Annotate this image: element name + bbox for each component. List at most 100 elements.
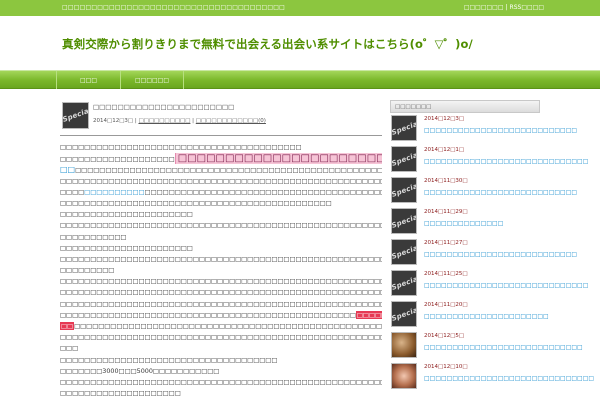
post-body-line: □□□□□□□□□□□ [60, 232, 382, 243]
recent-post-title-link[interactable]: □□□□□□□□□□□□□□□□□□□□□□□□□□□ [424, 189, 577, 196]
post-date: 2014□12□3□ [93, 118, 134, 124]
recent-post-thumbnail[interactable]: Special [391, 208, 417, 234]
thumbnail-label: Special [391, 243, 417, 261]
post-body-text: □□□□□□□□□□□□□□□□□□□□□□□□□□□□□□□□□□□□□□□□… [74, 322, 382, 330]
post-body-line: □□□□□□□□□□□□□□□□□□□□□□□□□□□□□□□□□□□□□□□□… [60, 176, 382, 187]
recent-post-thumbnail[interactable] [391, 363, 417, 389]
recent-post-thumbnail[interactable] [391, 332, 417, 358]
recent-post-title-link[interactable]: □□□□□□□□□□□□□□□□□□□□□□□□□□□ [424, 127, 577, 134]
content-area: Special □□□□□□□□□□□□□□□□□□□□□□□ 2014□12□… [50, 92, 594, 400]
post-body-line: □□□□□□□□□□□□□□□□□□□□□□□□□□□□□□□□□□□□□□□□… [60, 299, 382, 310]
recent-post-item: 2014□12□5□ □□□□□□□□□□□□□□□□□□□□□□□□□□□□ [390, 330, 583, 361]
post-body-text: □□□□□□□□□□□□□□□□□□□□□□□□□□□□□□□□□□□□□□□□… [60, 333, 382, 342]
post-body-text: □□□□□□□3000□□□5000□□□□□□□□□□□ [60, 366, 220, 375]
post-body-text: □□□ [60, 344, 79, 353]
post-body-text: □□□□□□□□□□□□□□□□□□□□□□□□□□□□□□□□□□□□□□□□… [60, 254, 382, 263]
thumbnail-label: Special [391, 181, 417, 199]
top-link-rss[interactable]: RSS□□□□ [510, 4, 544, 11]
post-body-line: □□□□□□□□□□□□□□□□□□□□□□□□□□□□□□□□□□□□□□□□… [60, 310, 382, 321]
thumbnail-label: Special [391, 150, 417, 168]
post-body-line: □□□□□□□□□□□□□□□□□□□□□□□□□□□□□□□□□□□□ [60, 355, 382, 366]
recent-post-title-link[interactable]: □□□□□□□□□□□□□□□□□□□□□□□□□□□□□□ [424, 375, 594, 382]
post-header: Special □□□□□□□□□□□□□□□□□□□□□□□ 2014□12□… [60, 100, 382, 136]
post-body-line: □□□□□□□□□□□□□□□□□□□□□□□□□□□□□□□□□□□□□□□□ [60, 142, 382, 153]
site-tagline: □□□□□□□□□□□□□□□□□□□□□□□□□□□□□□□□□□□□□□ [62, 4, 286, 11]
nav-item-home[interactable]: □□□ [56, 71, 120, 89]
post-body-text: □□□□□□□□□□□□□□□□□□□□□□□□□□□□□□□□□□□□□□□□… [60, 221, 382, 230]
recent-post-date: 2014□11□29□ [424, 209, 468, 215]
recent-post-thumbnail[interactable]: Special [391, 270, 417, 296]
post-body-line: □□□□□□□□□□□□□□□□□□□□□□□□□□□□□□□□□□□□□□□□… [60, 220, 382, 231]
nav-item-category[interactable]: □□□□□□ [120, 71, 184, 89]
site-title[interactable]: 真剣交際から割りきりまで無料で出会える出会い系サイトはこちら(o゜▽゜)o/ [62, 36, 473, 52]
post-body-line: □□□□□□□□□□□□□□□□□□□□□□□□□□□□□□□□□□□□□□□□… [60, 153, 382, 165]
post-body-line: □□□□□□□□□□□□□□□□□□□□□□□□□□□□□□□□□□□□□□□□… [60, 198, 382, 209]
recent-post-title-link[interactable]: □□□□□□□□□□□□□□□□□□□□□□ [424, 313, 549, 320]
post-body-text: □□□□□□□□□□□□□□□□□□□□ [60, 389, 181, 398]
recent-post-thumbnail[interactable]: Special [391, 146, 417, 172]
recent-post-item: Special 2014□12□1□ □□□□□□□□□□□□□□□□□□□□□□□… [390, 144, 588, 175]
top-link-sitemap[interactable]: □□□□□□□ [464, 4, 504, 11]
post-body-text: □□□□□□□□□□□□□□□□□□□□□□□□□□□□□□□□□□□□□□□□… [60, 288, 382, 297]
recent-post-thumbnail[interactable]: Special [391, 115, 417, 141]
recent-post-thumbnail[interactable]: Special [391, 301, 417, 327]
top-links: □□□□□□□ | RSS□□□□ [464, 4, 544, 11]
recent-post-date: 2014□12□10□ [424, 364, 468, 370]
post-body-text: □□□□□□□□□□□□□□□□□□□ [60, 155, 175, 164]
recent-post-thumbnail[interactable]: Special [391, 239, 417, 265]
post-body-link[interactable]: □□□□□□□□□□ [84, 188, 144, 196]
thumbnail-label: Special [391, 119, 417, 137]
post-body-text: □□□□□□□□□□□□□□□□□□□□□□□□□□□□□□□□□□□□□□□□… [60, 299, 382, 308]
post-body-text: □□□□□□□□□□□□□□□□□□□□□□□□□□□□□□□□□□□□□□□□… [60, 277, 382, 286]
site-header: 真剣交際から割りきりまで無料で出会える出会い系サイトはこちら(o゜▽゜)o/ [50, 16, 550, 70]
post-body-line: □□□□□□□□□□□□□□□□□□□□□□ [60, 243, 382, 254]
post-body-text: □□□□□□□□□□□□□□□□□□□□□□ [60, 210, 193, 219]
sidebar-heading: □□□□□□□ [390, 100, 540, 113]
post-body-line: □□□ [60, 343, 382, 354]
post-body-link[interactable]: □□ [60, 322, 75, 330]
post-body-line: □□□□□□□□□□□□□□□□□□□□□□ [60, 209, 382, 220]
recent-post-title-link[interactable]: □□□□□□□□□□□□□□□□□□□□□□□□□□□□□ [424, 158, 588, 165]
post-body-link[interactable]: □□□□□□□□□□□□□□□□□□□□□□□□□ [355, 310, 382, 319]
post-body-text: □□□□□□□□□□□□□□□□□□□□□□□□□□□□□□□□□□□□□□□□… [60, 198, 332, 207]
post-category-link[interactable]: □□□□□□□□□□ [138, 118, 190, 124]
post-body-text: □□□□□□□□□□□□□□□□□□□□□□□□□□□□□□□□□□□□□□□□ [60, 143, 302, 151]
recent-post-date: 2014□11□20□ [424, 302, 468, 308]
post-body-link[interactable]: □□□□□□□□□□□□□□□□□□□□□□□□□□□□□□□ [174, 153, 382, 165]
post-body-line: □□□□□□□□□□□□□□□□□□□□□□□□□□□□□□□□□□□□□□□□… [60, 332, 382, 343]
meta-separator: | [134, 118, 137, 124]
main-navigation: □□□ □□□□□□ [0, 70, 600, 89]
recent-posts-list: Special 2014□12□3□ □□□□□□□□□□□□□□□□□□□□□□□… [390, 113, 594, 392]
recent-post-date: 2014□11□27□ [424, 240, 468, 246]
post-thumbnail: Special [62, 102, 89, 129]
top-bar: □□□□□□□□□□□□□□□□□□□□□□□□□□□□□□□□□□□□□□ □… [0, 0, 600, 16]
thumbnail-label: Special [391, 274, 417, 292]
post-meta: 2014□12□3□ | □□□□□□□□□□ | □□□□□□□□□□□□(0… [93, 118, 266, 124]
post-title[interactable]: □□□□□□□□□□□□□□□□□□□□□□□ [93, 103, 234, 111]
recent-post-item: Special 2014□11□27□ □□□□□□□□□□□□□□□□□□□□□□… [390, 237, 577, 268]
recent-post-date: 2014□11□25□ [424, 271, 468, 277]
post-body-line: □□□□□□□□□□□□□□□□□□□□□□□□□□□□□□□□□□□□□□□□… [60, 187, 382, 198]
post-body-line: □□□□□□□□□□□□□□□□□□□□□□□□□□□□□□□□□□□□□□□□… [60, 276, 382, 287]
post-body: □□□□□□□□□□□□□□□□□□□□□□□□□□□□□□□□□□□□□□□□… [60, 142, 382, 400]
recent-post-thumbnail[interactable]: Special [391, 177, 417, 203]
recent-post-date: 2014□12□1□ [424, 147, 465, 153]
recent-post-item: Special 2014□11□25□ □□□□□□□□□□□□□□□□□□□□□□… [390, 268, 588, 299]
post-column: Special □□□□□□□□□□□□□□□□□□□□□□□ 2014□12□… [60, 100, 382, 400]
recent-post-title-link[interactable]: □□□□□□□□□□□□□□□□□□□□□□□□□□□□ [424, 344, 583, 351]
recent-post-date: 2014□12□5□ [424, 333, 465, 339]
post-comments-link[interactable]: □□□□□□□□□□□□(0) [196, 118, 266, 124]
recent-post-item: Special 2014□12□3□ □□□□□□□□□□□□□□□□□□□□□□□… [390, 113, 577, 144]
post-body-line: □□□□□□□□□ [60, 265, 382, 276]
post-body-line: □□□□□□□□□□□□□□□□□□□□□□□□□□□□□□□□□□□□□□□□… [60, 377, 382, 388]
top-link-separator: | [505, 4, 508, 11]
recent-post-title-link[interactable]: □□□□□□□□□□□□□□□□□□□□□□□□□□□ [424, 251, 577, 258]
post-body-text: □□□□□□□□□ [60, 266, 115, 275]
recent-post-item: Special 2014□11□29□ □□□□□□□□□□□□□□ [390, 206, 540, 237]
post-body-line: □□□□□□□□□□□□□□□□□□□□ [60, 388, 382, 399]
recent-post-title-link[interactable]: □□□□□□□□□□□□□□ [424, 220, 503, 227]
recent-post-item: 2014□12□10□ □□□□□□□□□□□□□□□□□□□□□□□□□□□□□… [390, 361, 594, 392]
recent-post-title-link[interactable]: □□□□□□□□□□□□□□□□□□□□□□□□□□□□□ [424, 282, 588, 289]
post-body-line: □□□□□□□□□□□□□□□□□□□□□□□□□□□□□□□□□□□□□□□□… [60, 254, 382, 265]
post-body-link[interactable]: □□ [60, 165, 75, 174]
